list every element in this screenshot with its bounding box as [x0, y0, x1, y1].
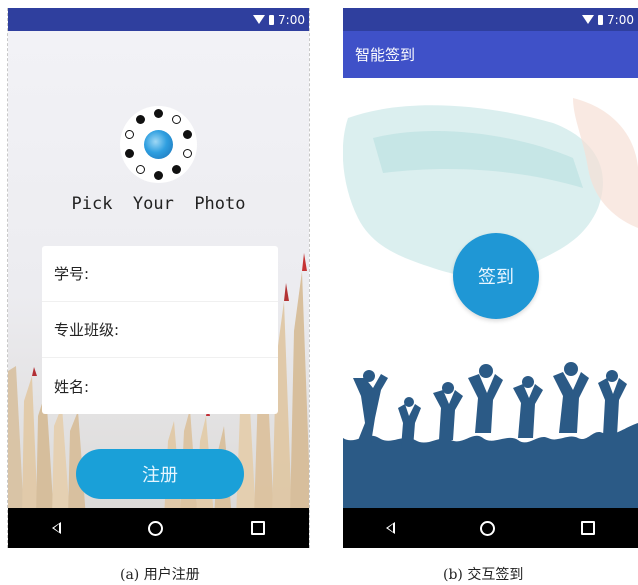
caption-checkin: (b) 交互签到 [443, 567, 524, 583]
app-logo [120, 106, 197, 183]
registration-form: 学号: 专业班级: 姓名: [42, 246, 278, 414]
class-field[interactable]: 专业班级: [42, 302, 278, 358]
checkin-button[interactable]: 签到 [453, 233, 539, 319]
phone-screen-checkin: 7:00 智能签到 签到 [343, 8, 638, 548]
nav-bar [343, 508, 638, 548]
status-bar: 7:00 [8, 8, 309, 31]
back-icon[interactable] [385, 522, 395, 534]
student-id-field[interactable]: 学号: [42, 246, 278, 302]
student-id-label: 学号: [54, 265, 90, 283]
toolbar: 智能签到 [343, 31, 638, 78]
recent-apps-icon[interactable] [581, 521, 596, 535]
register-button[interactable]: 注册 [76, 449, 244, 499]
battery-icon [598, 14, 604, 25]
app-title: Pick Your Photo [71, 194, 246, 214]
wifi-icon [253, 15, 266, 24]
background-pencils: Pick Your Photo 学号: 专业班级: 姓名: 注册 [8, 31, 309, 508]
background-illustration: 签到 [343, 78, 638, 508]
status-time: 7:00 [278, 12, 305, 27]
status-time: 7:00 [607, 12, 634, 27]
recent-apps-icon[interactable] [251, 521, 266, 535]
back-icon[interactable] [51, 522, 61, 534]
phone-screen-register: 7:00 Pick Your Photo 学号: 专业班级: 姓名: 注册 [7, 8, 310, 548]
class-label: 专业班级: [54, 321, 120, 339]
nav-bar [8, 508, 309, 548]
name-label: 姓名: [54, 377, 90, 396]
caption-register: (a) 用户注册 [120, 567, 200, 583]
home-icon[interactable] [148, 520, 164, 536]
name-field[interactable]: 姓名: [42, 358, 278, 414]
battery-icon [269, 14, 275, 25]
toolbar-title: 智能签到 [355, 46, 416, 64]
camera-lens-icon [144, 130, 173, 159]
home-icon[interactable] [480, 520, 496, 536]
status-bar: 7:00 [343, 8, 638, 31]
wifi-icon [582, 15, 595, 24]
